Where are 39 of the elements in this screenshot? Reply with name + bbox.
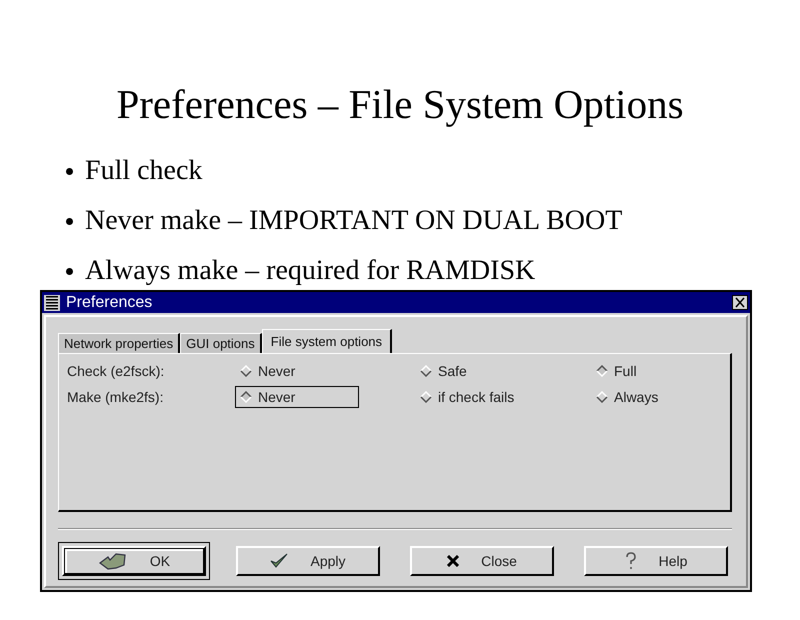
radio-option[interactable]: Full <box>591 360 715 382</box>
menu-icon[interactable] <box>44 294 60 310</box>
radio-option[interactable]: Always <box>591 386 715 408</box>
radio-button[interactable] <box>596 365 608 377</box>
radio-button[interactable] <box>596 391 608 403</box>
bullet-icon <box>66 168 73 174</box>
radio-button[interactable] <box>240 365 252 377</box>
radio-label: if check fails <box>438 389 514 405</box>
bullet-text: Always make – required for RAMDISK <box>85 254 536 288</box>
help-icon <box>624 552 637 570</box>
window-title: Preferences <box>66 294 154 312</box>
radio-option[interactable]: Never <box>235 360 359 382</box>
tab[interactable]: GUI options <box>180 333 262 353</box>
option-label: Make (mke2fs): <box>67 389 164 405</box>
radio-label: Full <box>614 363 637 379</box>
bullet-text: Full check <box>85 154 202 188</box>
dialog-button[interactable]: Apply <box>236 546 380 576</box>
radio-option[interactable]: Never <box>235 386 359 408</box>
radio-option[interactable]: if check fails <box>415 386 539 408</box>
radio-label: Never <box>258 363 296 379</box>
radio-option[interactable]: Safe <box>415 360 539 382</box>
radio-button[interactable] <box>420 365 432 377</box>
slide-title: Preferences – File System Options <box>115 80 685 128</box>
tab[interactable]: Network properties <box>58 333 180 353</box>
radio-label: Never <box>258 389 296 405</box>
check-icon <box>270 553 288 569</box>
radio-label: Safe <box>438 363 467 379</box>
tab[interactable]: File system options <box>262 329 392 353</box>
bullet-icon <box>66 218 73 224</box>
option-label: Check (e2fsck): <box>67 363 166 379</box>
dialog-button[interactable]: Help <box>584 546 728 576</box>
close-icon[interactable] <box>732 295 748 310</box>
radio-button[interactable] <box>420 391 432 403</box>
bullet-text: Never make – IMPORTANT ON DUAL BOOT <box>85 204 622 238</box>
bullet-icon <box>66 268 73 274</box>
dialog-button[interactable]: Close <box>410 546 554 576</box>
radio-label: Always <box>614 389 658 405</box>
close-icon <box>447 555 460 567</box>
radio-button[interactable] <box>240 391 252 403</box>
